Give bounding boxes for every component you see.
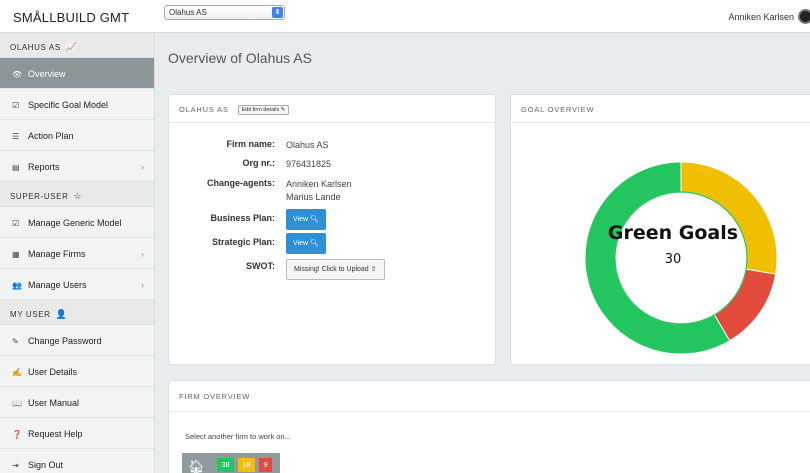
brand-logo[interactable]: SMÅLLBUILD GMT <box>13 10 129 25</box>
report-icon: ▤ <box>12 163 20 172</box>
chevron-right-icon: › <box>141 249 144 259</box>
red-count-badge: 9 <box>259 458 272 472</box>
user-icon: 👤 <box>55 309 68 319</box>
home-icon: 🏠︎ <box>188 459 205 473</box>
chevron-right-icon: › <box>141 280 144 290</box>
select-firm-text: Select another firm to work on... <box>185 432 291 441</box>
sidebar-item-overview[interactable]: 👁 Overview <box>0 58 154 89</box>
user-menu-name[interactable]: Anniken Karlsen <box>728 12 794 22</box>
star-icon: ☆ <box>73 191 83 201</box>
select-arrow-icon: ⬍ <box>272 7 283 18</box>
edit-firm-details-button[interactable]: Edit firm details ✎ <box>237 105 290 115</box>
eye-icon: 👁 <box>12 70 23 79</box>
org-nr-value: 976431825 <box>286 159 332 169</box>
sidebar-item-specific-goal-model[interactable]: ☑ Specific Goal Model <box>0 89 154 120</box>
page-title: Overview of Olahus AS <box>168 50 312 66</box>
strategic-plan-view-button[interactable]: View 🔍︎ <box>286 233 326 254</box>
firm-overview-header: FIRM OVERVIEW <box>169 381 810 412</box>
sidebar-item-sign-out[interactable]: ⇥ Sign Out <box>0 449 154 473</box>
donut-center-label: Green Goals <box>608 222 738 244</box>
pencil-icon: ✎ <box>12 337 19 346</box>
users-icon: 👥 <box>12 281 22 290</box>
change-agent-2: Marius Lande <box>286 192 341 202</box>
chart-icon: 📈 <box>65 42 78 52</box>
sidebar-section-my-user: MY USER 👤 <box>0 300 154 325</box>
sidebar-section-super-user: SUPER-USER ☆ <box>0 182 154 207</box>
firm-overview-title: FIRM OVERVIEW <box>179 392 251 401</box>
firm-name-value: Olahus AS <box>286 140 329 150</box>
checkbox-icon: ☑ <box>12 101 20 110</box>
sidebar-item-manage-firms[interactable]: ▦ Manage Firms › <box>0 238 154 269</box>
building-icon: ▦ <box>12 250 20 259</box>
search-icon: 🔍︎ <box>310 240 319 247</box>
goal-panel-header: GOAL OVERVIEW <box>511 95 810 123</box>
sidebar: OLAHUS AS 📈 👁 Overview ☑ Specific Goal Mode… <box>0 33 155 473</box>
top-bar: SMÅLLBUILD GMT Olahus AS ⬍ Anniken Karls… <box>0 0 810 33</box>
checkbox-icon: ☑ <box>12 219 20 228</box>
business-plan-view-button[interactable]: View 🔍︎ <box>286 209 326 230</box>
firm-overview-panel: FIRM OVERVIEW Select another firm to wor… <box>168 380 810 473</box>
sidebar-item-manage-users[interactable]: 👥 Manage Users › <box>0 269 154 300</box>
green-count-badge: 38 <box>217 458 234 472</box>
firm-details-panel: OLAHUS AS Edit firm details ✎ Firm name:… <box>168 94 496 365</box>
firm-panel-title: OLAHUS AS <box>179 105 229 114</box>
firm-select[interactable]: Olahus AS ⬍ <box>164 5 285 20</box>
sidebar-section-firm: OLAHUS AS 📈 <box>0 33 154 58</box>
yellow-count-badge: 18 <box>238 458 255 472</box>
avatar[interactable] <box>798 9 810 24</box>
list-icon: ☰ <box>12 132 20 141</box>
chevron-right-icon: › <box>141 162 144 172</box>
firm-card[interactable]: 🏠︎ 38 18 9 <box>182 453 280 473</box>
signout-icon: ⇥ <box>12 461 19 470</box>
goal-overview-panel: GOAL OVERVIEW Green Goals 30 <box>510 94 810 365</box>
change-agent-1: Anniken Karlsen <box>286 179 352 189</box>
sidebar-item-manage-generic-model[interactable]: ☑ Manage Generic Model <box>0 207 154 238</box>
sidebar-item-user-details[interactable]: ✍ User Details <box>0 356 154 387</box>
page-header: Overview of Olahus AS <box>155 33 810 79</box>
upload-icon: ⇪ <box>370 266 377 273</box>
edit-icon: ✎ <box>280 107 286 113</box>
goal-panel-title: GOAL OVERVIEW <box>521 105 595 114</box>
edit-icon: ✍ <box>12 368 22 377</box>
search-icon: 🔍︎ <box>310 216 319 223</box>
donut-center-value: 30 <box>665 252 682 267</box>
book-icon: 📖 <box>12 399 22 408</box>
sidebar-item-request-help[interactable]: ❓ Request Help <box>0 418 154 449</box>
sidebar-item-action-plan[interactable]: ☰ Action Plan <box>0 120 154 151</box>
sidebar-item-user-manual[interactable]: 📖 User Manual <box>0 387 154 418</box>
swot-upload-button[interactable]: Missing! Click to Upload ⇪ <box>286 259 385 280</box>
goal-donut-chart: Green Goals 30 <box>584 161 778 355</box>
sidebar-item-change-password[interactable]: ✎ Change Password <box>0 325 154 356</box>
question-icon: ❓ <box>12 430 22 439</box>
sidebar-item-reports[interactable]: ▤ Reports › <box>0 151 154 182</box>
firm-select-value: Olahus AS <box>169 8 207 17</box>
firm-panel-header: OLAHUS AS Edit firm details ✎ <box>169 95 495 123</box>
